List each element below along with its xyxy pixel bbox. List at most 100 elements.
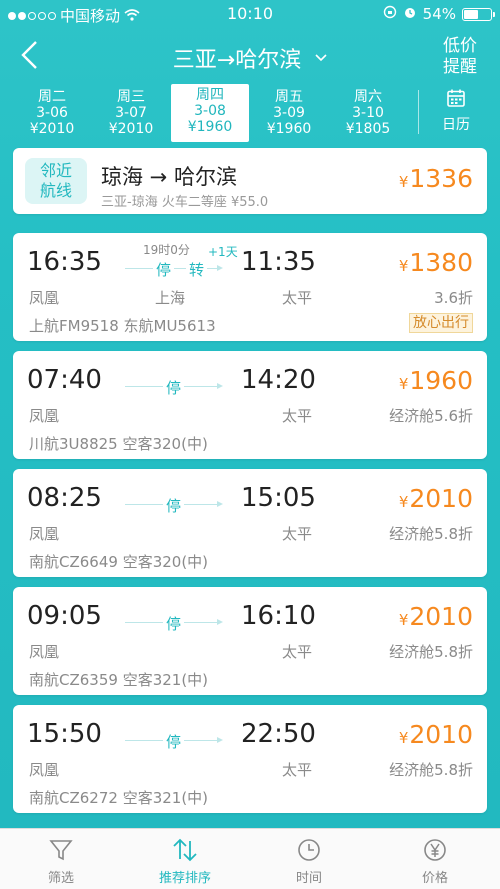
departure-time: 15:50 <box>27 719 102 749</box>
date-tab-weekday: 周五 <box>275 89 303 105</box>
price-alert-button[interactable]: 低价 提醒 <box>438 36 482 78</box>
flight-card[interactable]: 09:05 16:10 停凤凰 太平南航CZ6359 空客321(中) ¥2010 经济舱… <box>13 587 487 695</box>
flight-price: ¥2010 <box>398 602 473 631</box>
date-tab-price: ¥2010 <box>108 121 154 137</box>
flight-info: 南航CZ6359 空客321(中) <box>29 671 209 689</box>
date-tab-date: 3-07 <box>115 105 147 121</box>
nearby-price: ¥1336 <box>398 164 473 193</box>
flight-card[interactable]: 15:50 22:50 停凤凰 太平南航CZ6272 空客321(中) ¥2010 经济舱… <box>13 705 487 813</box>
flight-price-value: 2010 <box>409 720 473 749</box>
arrival-time: 16:10 <box>241 601 316 631</box>
flight-info: 川航3U8825 空客320(中) <box>29 435 208 453</box>
date-tab-weekday: 周六 <box>354 89 382 105</box>
arrival-time: 14:20 <box>241 365 316 395</box>
departure-airport: 凤凰 <box>29 407 60 425</box>
arrival-time: 11:35 <box>241 247 316 277</box>
departure-time: 08:25 <box>27 483 102 513</box>
date-tab-3-07[interactable]: 周三 3-07 ¥2010 <box>92 86 170 140</box>
date-tab-3-10[interactable]: 周六 3-10 ¥1805 <box>329 86 407 140</box>
discount: 3.6折 <box>434 289 473 307</box>
calendar-button[interactable]: 日历 <box>428 86 484 134</box>
battery-percent: 54% <box>422 5 456 23</box>
page-title: 三亚→哈尔滨 <box>172 48 302 73</box>
tab-label: 筛选 <box>47 871 74 886</box>
date-tab-price: ¥1805 <box>345 121 391 137</box>
departure-time: 09:05 <box>27 601 102 631</box>
flight-info: 南航CZ6649 空客320(中) <box>29 553 209 571</box>
flight-card[interactable]: 08:25 15:05 停凤凰 太平 南航CZ6649 空客320(中) ¥2010 经济舱… <box>13 469 487 577</box>
flight-price: ¥2010 <box>398 720 473 749</box>
yen-icon <box>390 835 480 865</box>
arrival-airport: 太平 <box>282 761 313 779</box>
arrival-airport: 太平 <box>282 643 313 661</box>
flight-price-value: 2010 <box>409 602 473 631</box>
date-tab-3-08[interactable]: 周四 3-08 ¥1960 <box>171 84 249 142</box>
flight-price-value: 1960 <box>409 366 473 395</box>
date-strip-divider <box>418 90 419 134</box>
flight-price: ¥1380 <box>398 248 473 277</box>
stop-label: 停 <box>163 731 185 752</box>
filter-icon <box>16 835 106 865</box>
nearby-badge-line2: 航线 <box>39 181 72 200</box>
chevron-down-icon <box>315 50 327 66</box>
date-tab-weekday: 周四 <box>196 87 224 103</box>
date-tab-3-06[interactable]: 周二 3-06 ¥2010 <box>13 86 91 140</box>
route-title-dropdown[interactable]: 三亚→哈尔滨 <box>0 42 500 74</box>
plus-day: +1天 <box>208 245 238 259</box>
arrival-time: 15:05 <box>241 483 316 513</box>
status-bar: 中国移动 10:10 54% <box>0 0 500 30</box>
nearby-route-card[interactable]: 邻近 航线 琼海 → 哈尔滨 三亚-琼海 火车二等座 ¥55.0 ¥1336 <box>13 148 487 214</box>
date-tab-price: ¥1960 <box>266 121 312 137</box>
discount: 经济舱5.8折 <box>389 643 473 661</box>
nearby-badge: 邻近 航线 <box>25 158 87 204</box>
flight-price: ¥1960 <box>398 366 473 395</box>
status-right: 54% <box>383 5 495 23</box>
tab-clock[interactable]: 时间 <box>264 835 354 886</box>
flight-price-value: 2010 <box>409 484 473 513</box>
flight-card[interactable]: 07:40 14:20 停凤凰 太平川航3U8825 空客320(中) ¥1960 经济舱… <box>13 351 487 459</box>
departure-time: 16:35 <box>27 247 102 277</box>
date-tab-3-09[interactable]: 周五 3-09 ¥1960 <box>250 86 328 140</box>
date-tab-date: 3-09 <box>273 105 305 121</box>
date-tab-price: ¥1960 <box>187 119 233 135</box>
flight-price: ¥2010 <box>398 484 473 513</box>
nearby-subtitle: 三亚-琼海 火车二等座 ¥55.0 <box>101 195 269 210</box>
tab-yen[interactable]: 价格 <box>390 835 480 886</box>
date-tab-date: 3-10 <box>352 105 384 121</box>
price-alert-line2: 提醒 <box>443 57 477 77</box>
tab-label: 价格 <box>421 871 448 886</box>
stop-label: 停 <box>163 613 185 634</box>
flight-duration: 19时0分 <box>143 243 190 257</box>
tab-sort[interactable]: 推荐排序 <box>140 835 230 886</box>
departure-airport: 凤凰 <box>29 761 60 779</box>
flight-card[interactable]: 16:35 11:35 19时0分 +1天停转上海 凤凰 太平 上航FM9518 东航MU5… <box>13 233 487 341</box>
stop-label: 停 <box>163 377 185 398</box>
arrival-airport: 太平 <box>282 525 313 543</box>
flight-info: 南航CZ6272 空客321(中) <box>29 789 209 807</box>
price-alert-line1: 低价 <box>443 36 477 56</box>
date-tab-date: 3-08 <box>194 103 226 119</box>
discount: 经济舱5.6折 <box>389 407 473 425</box>
departure-airport: 凤凰 <box>29 643 60 661</box>
calendar-label: 日历 <box>442 117 470 133</box>
discount: 经济舱5.8折 <box>389 761 473 779</box>
bottom-tab-bar: 筛选 推荐排序 时间 价格 <box>0 828 500 889</box>
sort-icon <box>140 835 230 865</box>
clock-icon <box>264 835 354 865</box>
calendar-icon <box>428 86 484 110</box>
arrival-time: 22:50 <box>241 719 316 749</box>
discount: 经济舱5.8折 <box>389 525 473 543</box>
nearby-price-value: 1336 <box>409 164 473 193</box>
date-tab-price: ¥2010 <box>29 121 75 137</box>
transfer-city: 上海 <box>155 289 186 307</box>
tab-label: 时间 <box>295 871 322 886</box>
flight-price-value: 1380 <box>409 248 473 277</box>
arrival-airport: 太平 <box>282 407 313 425</box>
tab-filter[interactable]: 筛选 <box>16 835 106 886</box>
transfer-label: 转 <box>186 259 208 280</box>
departure-time: 07:40 <box>27 365 102 395</box>
arrival-airport: 太平 <box>282 289 313 307</box>
departure-airport: 凤凰 <box>29 525 60 543</box>
flight-info: 上航FM9518 东航MU5613 <box>29 317 216 335</box>
date-tab-date: 3-06 <box>36 105 68 121</box>
